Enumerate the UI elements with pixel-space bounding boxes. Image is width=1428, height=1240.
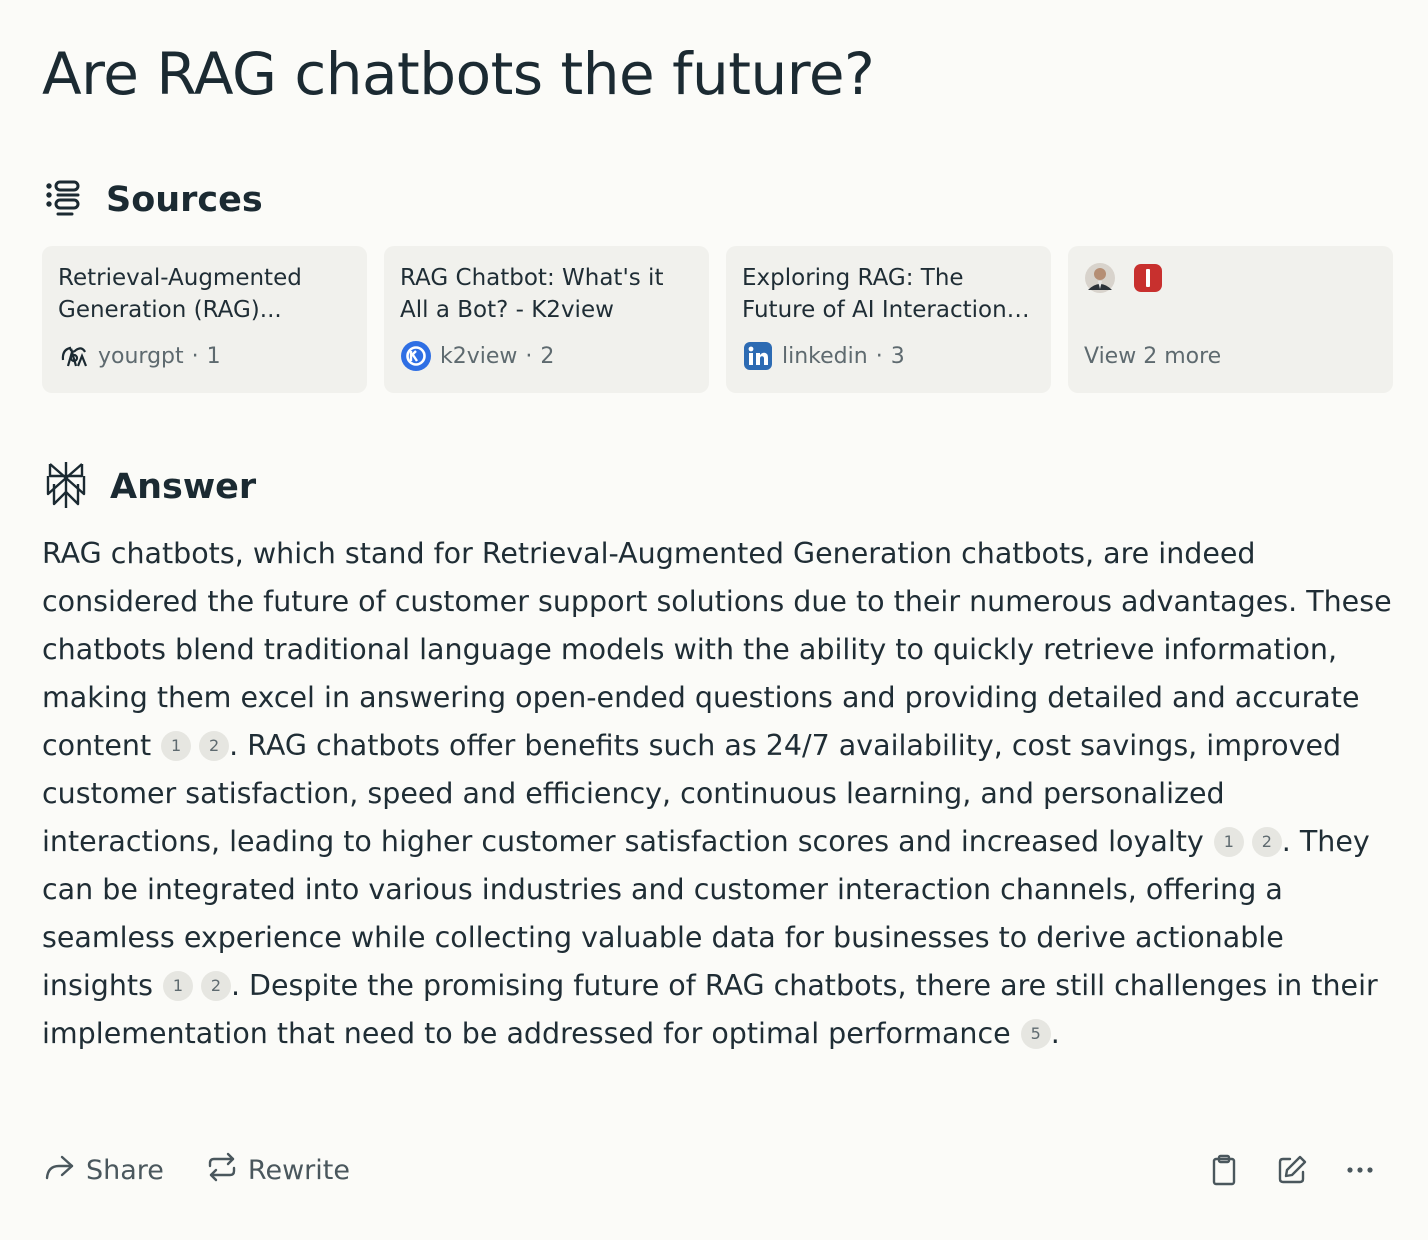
source-site: yourgpt	[98, 343, 184, 369]
source-number: 3	[890, 343, 905, 369]
more-sources-icons	[1084, 262, 1377, 298]
linkedin-favicon-icon	[742, 340, 774, 372]
answer-page: Are RAG chatbots the future? Sources Ret…	[0, 0, 1428, 1240]
red-favicon-icon	[1132, 262, 1164, 298]
source-number: 2	[540, 343, 555, 369]
answer-segment: . Despite the promising future of RAG ch…	[42, 969, 1378, 1050]
answer-label: Answer	[110, 467, 257, 507]
edit-icon[interactable]	[1276, 1154, 1308, 1186]
k2view-favicon-icon	[400, 340, 432, 372]
yourgpt-favicon-icon	[58, 340, 90, 372]
share-button[interactable]: Share	[44, 1153, 164, 1188]
source-card[interactable]: Retrieval-Augmented Generation (RAG)... …	[42, 246, 367, 393]
separator-dot: ·	[875, 343, 883, 369]
source-card-title: RAG Chatbot: What's it All a Bot? - K2vi…	[400, 265, 664, 323]
answer-logo-icon	[44, 460, 88, 514]
share-label: Share	[86, 1154, 164, 1186]
source-card-title: Exploring RAG: The Future of AI Interact…	[742, 265, 1014, 323]
answer-tools	[1210, 1150, 1374, 1190]
sources-list-icon	[44, 178, 84, 222]
citation-badge[interactable]: 2	[200, 971, 231, 1001]
source-card-meta: yourgpt · 1	[58, 340, 221, 372]
citation-badge[interactable]: 1	[162, 971, 193, 1001]
citation-badge[interactable]: 2	[199, 731, 230, 761]
question-title: Are RAG chatbots the future?	[42, 40, 875, 108]
citation-badge[interactable]: 1	[1213, 827, 1244, 857]
avatar-favicon-icon	[1084, 262, 1116, 298]
source-cards: Retrieval-Augmented Generation (RAG)... …	[42, 246, 1393, 393]
source-card-title: Retrieval-Augmented Generation (RAG)...	[58, 265, 302, 323]
citation-badge[interactable]: 5	[1020, 1019, 1051, 1049]
sources-label: Sources	[106, 180, 263, 220]
answer-text: RAG chatbots, which stand for Retrieval-…	[42, 530, 1392, 1058]
source-site: k2view	[440, 343, 518, 369]
answer-actions: Share Rewrite	[44, 1150, 1384, 1190]
view-more-card[interactable]: View 2 more	[1068, 246, 1393, 393]
citation-badge[interactable]: 2	[1251, 827, 1282, 857]
source-number: 1	[206, 343, 221, 369]
source-card-meta: linkedin · 3	[742, 340, 905, 372]
source-site: linkedin	[782, 343, 868, 369]
sources-heading: Sources	[44, 178, 263, 222]
rewrite-icon	[206, 1152, 248, 1189]
source-card[interactable]: Exploring RAG: The Future of AI Interact…	[726, 246, 1051, 393]
share-icon	[44, 1153, 86, 1188]
source-card-meta: k2view · 2	[400, 340, 554, 372]
clipboard-icon[interactable]	[1210, 1154, 1238, 1186]
more-icon[interactable]	[1346, 1165, 1374, 1175]
separator-dot: ·	[525, 343, 533, 369]
citation-badge[interactable]: 1	[161, 731, 192, 761]
rewrite-button[interactable]: Rewrite	[206, 1152, 350, 1189]
view-more-link[interactable]: View 2 more	[1084, 344, 1221, 369]
answer-segment: .	[1050, 1017, 1060, 1050]
answer-heading: Answer	[44, 460, 256, 514]
answer-segment: . RAG chatbots offer benefits such as 24…	[42, 729, 1342, 858]
separator-dot: ·	[191, 343, 199, 369]
source-card[interactable]: RAG Chatbot: What's it All a Bot? - K2vi…	[384, 246, 709, 393]
rewrite-label: Rewrite	[247, 1154, 350, 1186]
